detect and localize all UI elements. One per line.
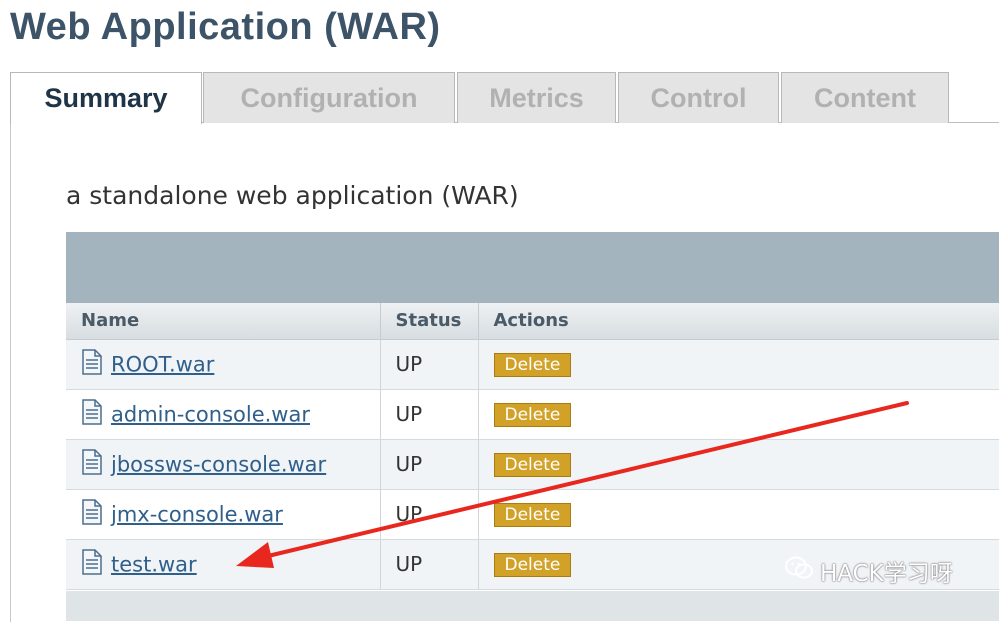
tab-configuration[interactable]: Configuration xyxy=(203,72,455,123)
name-cell: admin-console.war xyxy=(66,389,381,440)
wechat-icon xyxy=(784,555,814,587)
actions-cell: Delete xyxy=(478,439,999,490)
column-header-status[interactable]: Status xyxy=(380,303,479,340)
tab-metrics[interactable]: Metrics xyxy=(457,72,616,123)
watermark-text: HACK学习呀 xyxy=(820,561,953,587)
actions-cell: Delete xyxy=(478,339,999,390)
name-cell: jmx-console.war xyxy=(66,489,381,540)
status-cell: UP xyxy=(380,389,479,440)
tab-content[interactable]: Content xyxy=(781,72,949,123)
document-icon xyxy=(81,548,103,580)
document-icon xyxy=(81,398,103,430)
war-link[interactable]: jbossws-console.war xyxy=(111,452,326,476)
table-row: ROOT.war UP Delete xyxy=(66,339,999,390)
delete-button[interactable]: Delete xyxy=(493,553,572,577)
name-cell: jbossws-console.war xyxy=(66,439,381,490)
war-table: Name Status Actions ROOT.war UP Delete a… xyxy=(66,303,999,590)
document-icon xyxy=(81,348,103,380)
delete-button[interactable]: Delete xyxy=(493,353,572,377)
actions-cell: Delete xyxy=(478,389,999,440)
delete-button[interactable]: Delete xyxy=(493,453,572,477)
war-link[interactable]: test.war xyxy=(111,552,197,576)
document-icon xyxy=(81,498,103,530)
name-cell: ROOT.war xyxy=(66,339,381,390)
war-link[interactable]: ROOT.war xyxy=(111,352,214,376)
column-header-name[interactable]: Name xyxy=(66,303,381,340)
document-icon xyxy=(81,448,103,480)
table-footer-band xyxy=(66,591,999,621)
column-header-actions: Actions xyxy=(478,303,999,340)
table-toolbar-band xyxy=(66,232,999,303)
watermark: HACK学习呀 xyxy=(784,554,953,588)
status-cell: UP xyxy=(380,539,479,590)
page-subtitle: a standalone web application (WAR) xyxy=(66,181,519,210)
status-cell: UP xyxy=(380,339,479,390)
table-row: jbossws-console.war UP Delete xyxy=(66,439,999,490)
war-link[interactable]: jmx-console.war xyxy=(111,502,283,526)
tab-summary[interactable]: Summary xyxy=(10,72,202,124)
delete-button[interactable]: Delete xyxy=(493,503,572,527)
name-cell: test.war xyxy=(66,539,381,590)
status-cell: UP xyxy=(380,439,479,490)
actions-cell: Delete xyxy=(478,489,999,540)
delete-button[interactable]: Delete xyxy=(493,403,572,427)
status-cell: UP xyxy=(380,489,479,540)
table-header-row: Name Status Actions xyxy=(66,303,999,340)
war-link[interactable]: admin-console.war xyxy=(111,402,310,426)
page-title: Web Application (WAR) xyxy=(10,6,441,48)
table-row: admin-console.war UP Delete xyxy=(66,389,999,440)
table-row: jmx-console.war UP Delete xyxy=(66,489,999,540)
tab-control[interactable]: Control xyxy=(618,72,779,123)
